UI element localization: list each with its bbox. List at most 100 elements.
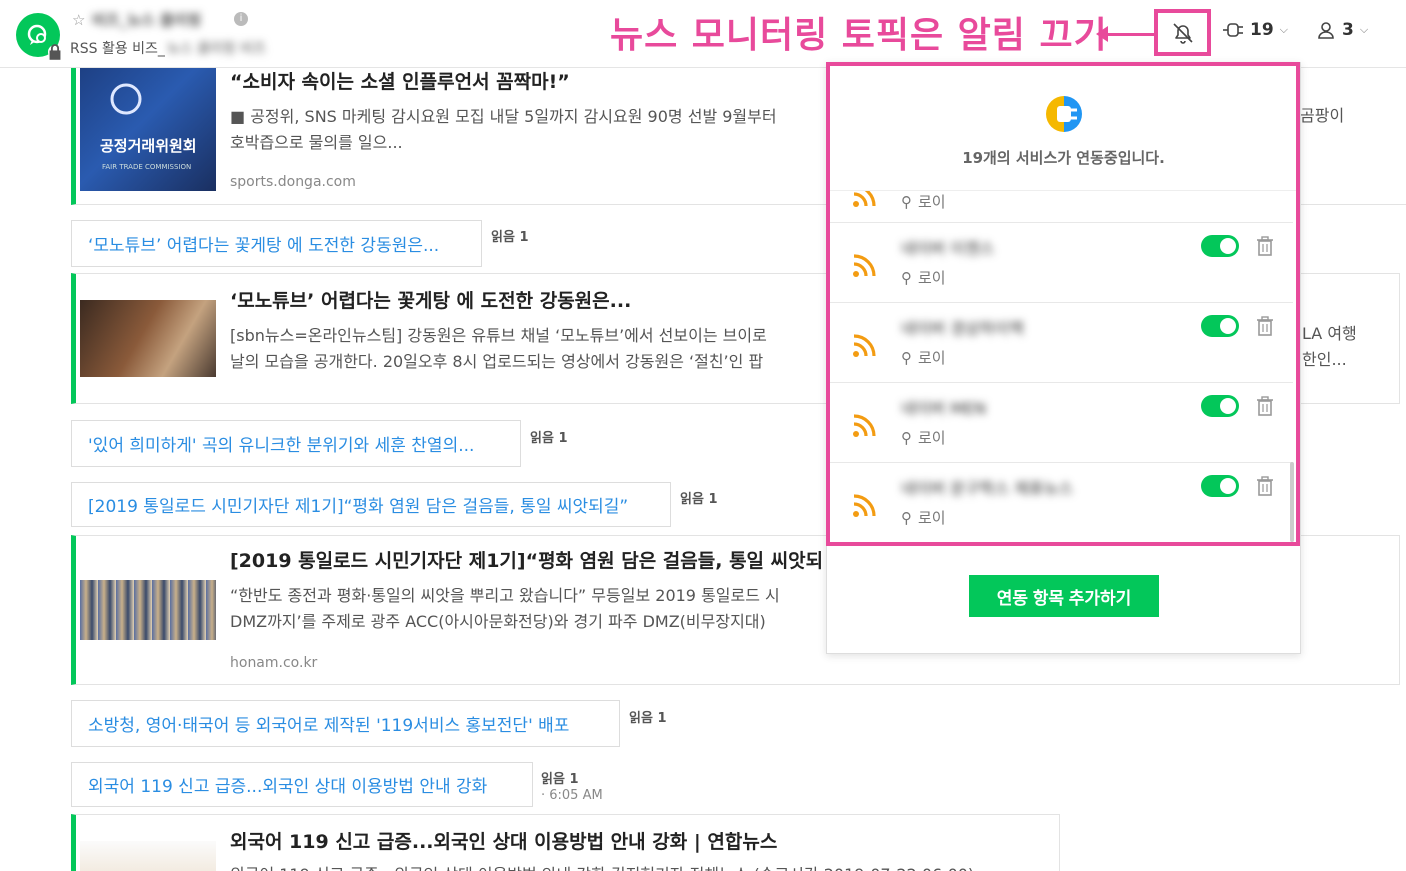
service-user-name: 로이	[918, 349, 946, 367]
members-button[interactable]: 3 ⌵	[1316, 20, 1368, 40]
headline-text: ‘모노튜브’ 어렵다는 꽃게탕 에 도전한 강동원은...	[88, 236, 440, 256]
service-user: ⚲ 로이	[901, 507, 946, 528]
timestamp: · 6:05 AM	[541, 788, 603, 803]
user-icon	[1318, 22, 1334, 39]
user-small-icon: ⚲	[901, 428, 912, 447]
annotation-text: 뉴스 모니터링 토픽은 알림 끄기	[610, 15, 1108, 56]
subtitle-prefix: RSS 활용 비즈_	[70, 41, 165, 57]
service-user: ⚲ 로이	[901, 191, 946, 212]
service-user: ⚲ 로이	[901, 267, 946, 288]
read-count: 읽음 1	[680, 492, 718, 507]
service-user-name: 로이	[918, 269, 946, 287]
trash-icon[interactable]	[1255, 235, 1275, 257]
dropdown-scrollbar[interactable]	[1290, 462, 1294, 542]
svg-text:공정거래위원회: 공정거래위원회	[100, 137, 197, 155]
headline-item[interactable]: [2019 통일로드 시민기자단 제1기]“평화 염원 담은 걸음들, 통일 씨…	[71, 482, 671, 527]
news-desc-line: DMZ까지’를 주제로 광주 ACC(아시아문화전당)와 경기 파주 DMZ(비…	[230, 612, 766, 631]
annotation-arrow	[1096, 26, 1154, 42]
service-name: 네이버 문구학스 제휴뉴스	[901, 479, 1074, 498]
user-small-icon: ⚲	[901, 348, 912, 367]
read-count: 읽음 1	[491, 230, 529, 245]
news-title[interactable]: [2019 통일로드 시민기자단 제1기]“평화 염원 담은 걸음들, 통일 씨…	[230, 546, 826, 573]
chevron-down-icon: ⌵	[1359, 23, 1369, 36]
news-title[interactable]: “소비자 속이는 소셜 인플루언서 꼼짝마!”	[230, 67, 826, 94]
user-small-icon: ⚲	[901, 508, 912, 527]
service-user-name: 로이	[918, 429, 946, 447]
headline-item[interactable]: '있어 희미하게' 곡의 유니크한 분위기와 세훈 찬열의...	[71, 420, 521, 467]
headline-item[interactable]: ‘모노튜브’ 어렵다는 꽃게탕 에 도전한 강동원은...	[71, 220, 482, 267]
lock-icon	[48, 44, 62, 60]
trash-icon[interactable]	[1255, 475, 1275, 497]
service-toggle[interactable]	[1201, 395, 1239, 417]
headline-item[interactable]: 소방청, 영어·태국어 등 외국어로 제작된 '119서비스 홍보전단' 배포	[71, 700, 620, 747]
news-title[interactable]: ‘모노튜브’ 어렵다는 꽃게탕 에 도전한 강동원은...	[230, 286, 826, 313]
news-desc-overflow: 한인...	[1302, 350, 1347, 369]
app-logo[interactable]	[16, 13, 62, 60]
subtitle-blurred: 뉴스 클리핑 비즈	[166, 41, 266, 57]
news-title[interactable]: 외국어 119 신고 급증...외국인 상대 이용방법 안내 강화 | 연합뉴스	[230, 827, 1050, 854]
news-desc-line: 날의 모습을 공개한다. 20일오후 8시 업로드되는 영상에서 강동원은 ‘절…	[230, 352, 764, 371]
headline-text: 외국어 119 신고 급증...외국인 상대 이용방법 안내 강화	[88, 777, 488, 797]
headline-text: 소방청, 영어·태국어 등 외국어로 제작된 '119서비스 홍보전단' 배포	[88, 716, 570, 736]
service-row: 네이버 MEN ⚲ 로이	[827, 383, 1293, 463]
service-toggle[interactable]	[1201, 315, 1239, 337]
news-content: [2019 통일로드 시민기자단 제1기]“평화 염원 담은 걸음들, 통일 씨…	[230, 546, 826, 671]
service-toggle[interactable]	[1201, 235, 1239, 257]
news-thumbnail	[80, 580, 216, 640]
service-name: 네이버 이젠스	[901, 239, 995, 258]
service-user-name: 로이	[918, 193, 946, 211]
rss-icon	[853, 191, 876, 207]
info-icon[interactable]: i	[234, 12, 248, 26]
integrations-button[interactable]: 19 ⌵	[1222, 20, 1288, 40]
favorite-star-icon[interactable]: ☆	[72, 11, 85, 29]
read-count: 읽음 1	[541, 772, 579, 787]
news-desc-line: [sbn뉴스=온라인뉴스팀] 강동원은 유튜브 채널 ‘모노튜브’에서 선보이는…	[230, 326, 767, 345]
top-header: ☆ 비즈_뉴스 클리핑 i RSS 활용 비즈_ 뉴스 클리핑 비즈 뉴스 모니터…	[0, 0, 1406, 68]
chevron-down-icon: ⌵	[1279, 23, 1289, 36]
headline-text: [2019 통일로드 시민기자단 제1기]“평화 염원 담은 걸음들, 통일 씨…	[88, 497, 629, 517]
dropdown-header: 19개의 서비스가 연동중입니다.	[827, 63, 1300, 191]
news-card[interactable]: 외국어 119 신고 급증...외국인 상대 이용방법 안내 강화 | 연합뉴스…	[71, 814, 1060, 871]
plug-icon	[1223, 23, 1243, 37]
read-count: 읽음 1	[629, 711, 667, 726]
trash-icon[interactable]	[1255, 315, 1275, 337]
news-desc-line: “한반도 종전과 평화·통일의 씨앗을 뿌리고 왔습니다” 무등일보 2019 …	[230, 586, 780, 605]
integrations-dropdown: 19개의 서비스가 연동중입니다. ⚲ 로이 네이버 이젠스 ⚲ 로이 네이버 …	[826, 62, 1301, 654]
news-source: sports.donga.com	[230, 174, 356, 190]
headline-text: '있어 희미하게' 곡의 유니크한 분위기와 세훈 찬열의...	[88, 436, 475, 456]
service-user: ⚲ 로이	[901, 347, 946, 368]
news-desc-overflow: LA 여행	[1302, 324, 1357, 343]
integrations-caption: 19개의 서비스가 연동중입니다.	[962, 149, 1165, 167]
rss-icon	[853, 334, 876, 357]
app-page: ☆ 비즈_뉴스 클리핑 i RSS 활용 비즈_ 뉴스 클리핑 비즈 뉴스 모니터…	[0, 0, 1406, 871]
rss-icon	[853, 254, 876, 277]
service-user-name: 로이	[918, 509, 946, 527]
service-name: 네이버 경상하이맥	[901, 319, 1024, 338]
members-count: 3	[1342, 20, 1354, 40]
news-thumbnail	[80, 300, 216, 377]
service-name: 네이버 MEN	[901, 399, 987, 418]
news-desc-line: 호박즙으로 물의를 일으...	[230, 133, 403, 152]
integrations-count: 19	[1250, 20, 1274, 40]
news-content: “소비자 속이는 소셜 인플루언서 꼼짝마!” ■ 공정위, SNS 마케팅 감…	[230, 67, 826, 190]
news-source: honam.co.kr	[230, 655, 318, 671]
service-row-partial: ⚲ 로이	[827, 191, 1293, 223]
service-row: 네이버 경상하이맥 ⚲ 로이	[827, 303, 1293, 383]
add-integration-button[interactable]: 연동 항목 추가하기	[969, 575, 1159, 617]
news-content: ‘모노튜브’ 어렵다는 꽃게탕 에 도전한 강동원은... [sbn뉴스=온라인…	[230, 286, 826, 375]
integration-plug-icon	[1046, 96, 1082, 132]
news-content: 외국어 119 신고 급증...외국인 상대 이용방법 안내 강화 | 연합뉴스…	[230, 827, 1050, 871]
news-desc-line: 외국어 119 신고 급증...외국인 상대 이용방법 안내 강화 김지헌기자 …	[230, 862, 1050, 871]
read-count: 읽음 1	[530, 431, 568, 446]
group-subtitle: RSS 활용 비즈_ 뉴스 클리핑 비즈	[70, 38, 266, 58]
user-small-icon: ⚲	[901, 192, 912, 211]
headline-item[interactable]: 외국어 119 신고 급증...외국인 상대 이용방법 안내 강화	[71, 762, 533, 807]
notification-toggle-button[interactable]	[1154, 9, 1211, 56]
service-toggle[interactable]	[1201, 475, 1239, 497]
service-row: 네이버 이젠스 ⚲ 로이	[827, 223, 1293, 303]
news-thumbnail	[80, 841, 216, 871]
svg-text:FAIR TRADE COMMISSION: FAIR TRADE COMMISSION	[102, 163, 191, 171]
trash-icon[interactable]	[1255, 395, 1275, 417]
news-desc-line: ■ 공정위, SNS 마케팅 감시요원 모집 내달 5일까지 감시요원 90명 …	[230, 107, 777, 126]
rss-icon	[853, 494, 876, 517]
